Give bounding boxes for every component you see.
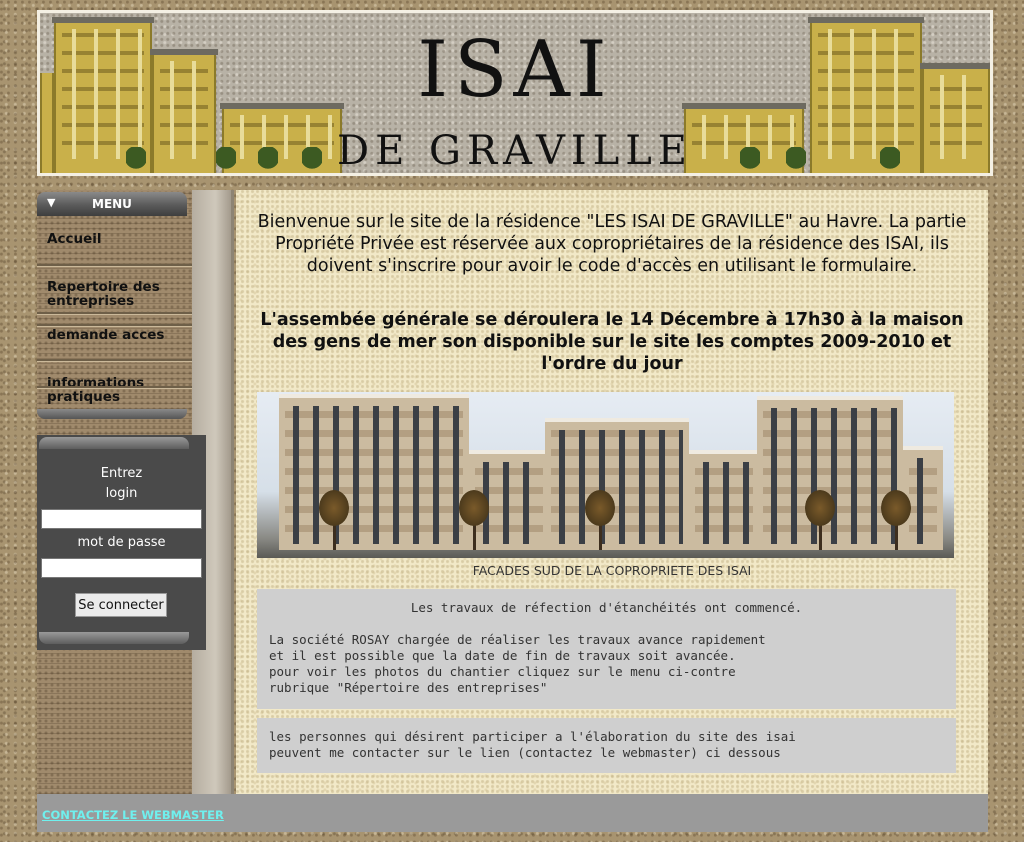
banner-title: ISAI: [417, 25, 613, 115]
works-notice-line: et il est possible que la date de fin de…: [269, 648, 736, 663]
menu-separator: [37, 312, 192, 314]
photo-building: [279, 394, 469, 550]
works-notice-title: Les travaux de réfection d'étanchéités o…: [410, 600, 803, 615]
photo-tree: [457, 490, 491, 550]
footer: CONTACTEZ LE WEBMASTER: [37, 794, 988, 832]
menu-item-repertoire[interactable]: Repertoire des entreprises: [47, 280, 187, 308]
banner-subtitle: DE GRAVILLE: [337, 128, 693, 174]
contribute-notice-line: peuvent me contacter sur le lien (contac…: [269, 745, 781, 760]
login-panel-bottom-cap: [39, 632, 189, 644]
menu-footer: [37, 409, 187, 419]
menu-heading: MENU: [92, 197, 132, 211]
contribute-notice: les personnes qui désirent participer a …: [257, 718, 956, 773]
password-label: mot de passe: [77, 535, 166, 550]
works-notice-line: rubrique "Répertoire des entreprises": [269, 680, 548, 695]
works-notice-line: La société ROSAY chargée de réaliser les…: [269, 632, 766, 647]
photo-building: [545, 418, 689, 550]
triangle-down-icon: ▼: [47, 196, 56, 209]
menu-item-demande-acces[interactable]: demande acces: [47, 328, 187, 342]
menu-item-informations[interactable]: informations pratiques: [47, 376, 187, 404]
login-input[interactable]: [41, 509, 202, 529]
login-intro: Entrez: [100, 466, 143, 481]
welcome-text: Bienvenue sur le site de la résidence "L…: [257, 212, 967, 276]
menu-header: ▼ MENU: [37, 192, 187, 216]
menu-separator: [37, 386, 192, 388]
site-banner: ISAI DE GRAVILLE: [37, 10, 993, 176]
photo-tree: [583, 490, 617, 550]
announcement-text: L'assembée générale se déroulera le 14 D…: [260, 310, 964, 374]
login-panel-top-cap: [39, 437, 189, 449]
login-label: login: [105, 486, 138, 501]
photo-tree: [803, 490, 837, 550]
photo-tree: [317, 490, 351, 550]
password-input[interactable]: [41, 558, 202, 578]
photo-caption: FACADES SUD DE LA COPROPRIETE DES ISAI: [472, 563, 752, 578]
photo-building: [689, 450, 759, 550]
login-button[interactable]: Se connecter: [75, 593, 167, 617]
photo-tree: [879, 490, 913, 550]
works-notice: Les travaux de réfection d'étanchéités o…: [257, 589, 956, 709]
menu-separator: [37, 264, 192, 266]
contact-webmaster-link[interactable]: CONTACTEZ LE WEBMASTER: [42, 808, 224, 822]
menu-separator: [37, 324, 192, 326]
menu-separator: [37, 359, 192, 361]
building-facade-photo: [257, 392, 954, 558]
menu-item-accueil[interactable]: Accueil: [47, 232, 187, 246]
contribute-notice-line: les personnes qui désirent participer a …: [269, 729, 796, 744]
works-notice-line: pour voir les photos du chantier cliquez…: [269, 664, 736, 679]
